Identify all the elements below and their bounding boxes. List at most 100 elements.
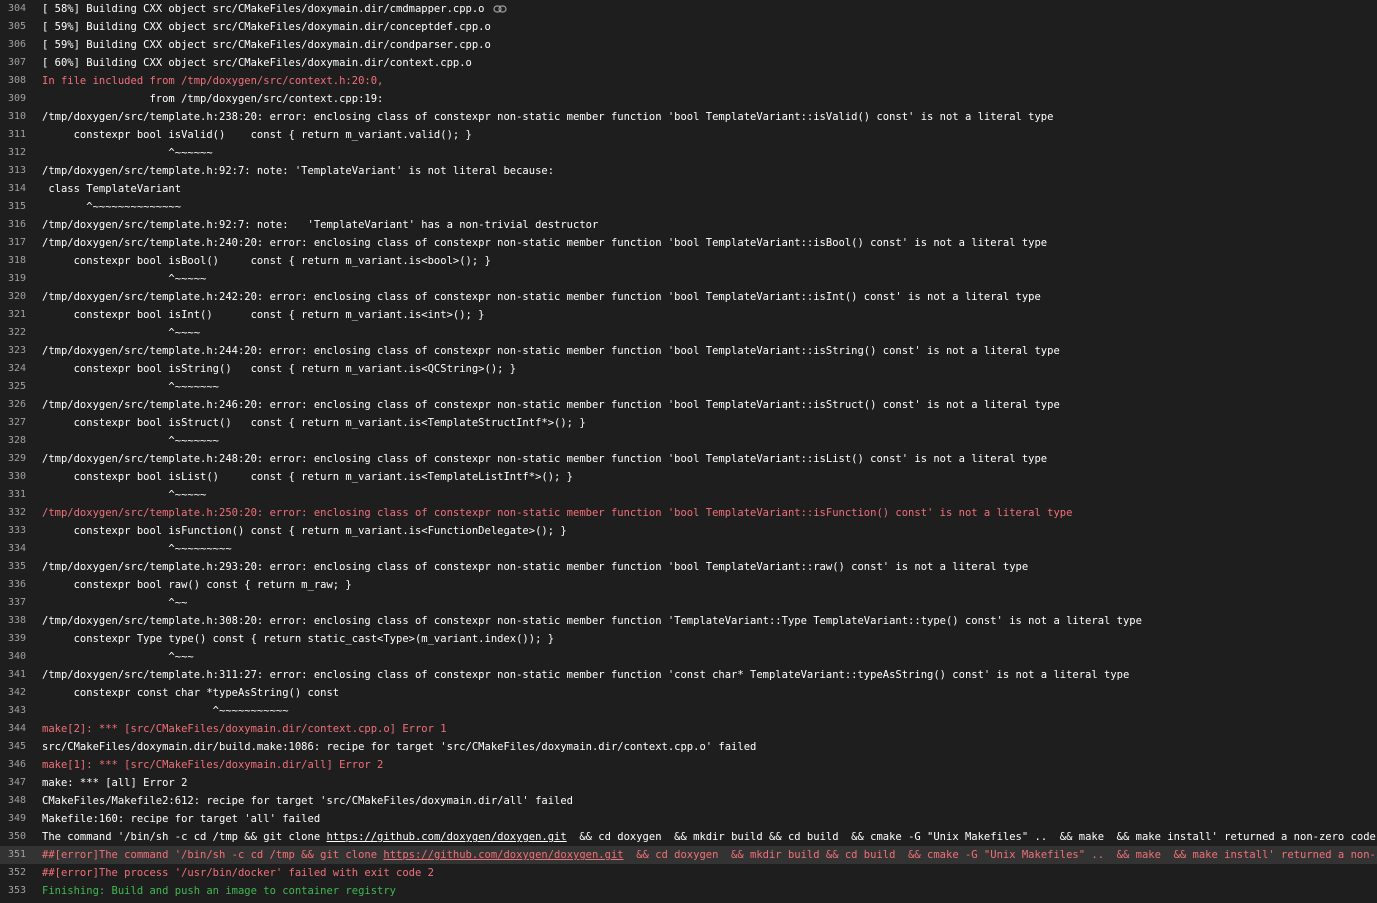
log-line[interactable]: 338/tmp/doxygen/src/template.h:308:20: e… [0, 612, 1377, 630]
line-number[interactable]: 336 [0, 576, 42, 594]
log-line[interactable]: 343 ^~~~~~~~~~~~ [0, 702, 1377, 720]
log-line[interactable]: 317/tmp/doxygen/src/template.h:240:20: e… [0, 234, 1377, 252]
log-line[interactable]: 347 make: *** [all] Error 2 [0, 774, 1377, 792]
line-number[interactable]: 313 [0, 162, 42, 180]
line-number[interactable]: 315 [0, 198, 42, 216]
line-number[interactable]: 346 [0, 756, 42, 774]
line-number[interactable]: 345 [0, 738, 42, 756]
log-line[interactable]: 335/tmp/doxygen/src/template.h:293:20: e… [0, 558, 1377, 576]
log-line[interactable]: 309 from /tmp/doxygen/src/context.cpp:19… [0, 90, 1377, 108]
line-number[interactable]: 350 [0, 828, 42, 846]
line-number[interactable]: 314 [0, 180, 42, 198]
line-number[interactable]: 331 [0, 486, 42, 504]
log-line[interactable]: 341/tmp/doxygen/src/template.h:311:27: e… [0, 666, 1377, 684]
line-number[interactable]: 316 [0, 216, 42, 234]
log-line[interactable]: 304[ 58%] Building CXX object src/CMakeF… [0, 0, 1377, 18]
log-line[interactable]: 327 constexpr bool isStruct() const { re… [0, 414, 1377, 432]
log-line[interactable]: 332/tmp/doxygen/src/template.h:250:20: e… [0, 504, 1377, 522]
line-number[interactable]: 349 [0, 810, 42, 828]
line-number[interactable]: 339 [0, 630, 42, 648]
log-line[interactable]: 346 make[1]: *** [src/CMakeFiles/doxymain… [0, 756, 1377, 774]
line-number[interactable]: 343 [0, 702, 42, 720]
line-number[interactable]: 304 [0, 0, 42, 18]
log-line[interactable]: 323/tmp/doxygen/src/template.h:244:20: e… [0, 342, 1377, 360]
log-line[interactable]: 329/tmp/doxygen/src/template.h:248:20: e… [0, 450, 1377, 468]
log-line[interactable]: 340 ^~~~ [0, 648, 1377, 666]
line-number[interactable]: 338 [0, 612, 42, 630]
line-number[interactable]: 328 [0, 432, 42, 450]
line-number[interactable]: 340 [0, 648, 42, 666]
log-line[interactable]: 324 constexpr bool isString() const { re… [0, 360, 1377, 378]
log-line[interactable]: 330 constexpr bool isList() const { retu… [0, 468, 1377, 486]
line-number[interactable]: 320 [0, 288, 42, 306]
log-line[interactable]: 345 src/CMakeFiles/doxymain.dir/build.mak… [0, 738, 1377, 756]
link-icon[interactable] [492, 4, 507, 14]
line-number[interactable]: 311 [0, 126, 42, 144]
line-number[interactable]: 353 [0, 882, 42, 900]
log-line[interactable]: 339 constexpr Type type() const { return… [0, 630, 1377, 648]
line-number[interactable]: 318 [0, 252, 42, 270]
line-number[interactable]: 319 [0, 270, 42, 288]
log-line[interactable]: 353 Finishing: Build and push an image to… [0, 882, 1377, 900]
log-line[interactable]: 334 ^~~~~~~~~~ [0, 540, 1377, 558]
log-line[interactable]: 342 constexpr const char *typeAsString()… [0, 684, 1377, 702]
log-line[interactable]: 322 ^~~~~ [0, 324, 1377, 342]
log-line[interactable]: 331 ^~~~~~ [0, 486, 1377, 504]
line-number[interactable]: 337 [0, 594, 42, 612]
log-line[interactable]: 352 ##[error]The process '/usr/bin/docker… [0, 864, 1377, 882]
log-line[interactable]: 315 ^~~~~~~~~~~~~~~ [0, 198, 1377, 216]
line-number[interactable]: 342 [0, 684, 42, 702]
line-number[interactable]: 333 [0, 522, 42, 540]
line-number[interactable]: 332 [0, 504, 42, 522]
log-line[interactable]: 313/tmp/doxygen/src/template.h:92:7: not… [0, 162, 1377, 180]
line-number[interactable]: 334 [0, 540, 42, 558]
line-number[interactable]: 322 [0, 324, 42, 342]
log-line[interactable]: 325 ^~~~~~~~ [0, 378, 1377, 396]
line-number[interactable]: 352 [0, 864, 42, 882]
line-number[interactable]: 347 [0, 774, 42, 792]
repo-link[interactable]: https://github.com/doxygen/doxygen.git [326, 831, 566, 843]
log-line[interactable]: 318 constexpr bool isBool() const { retu… [0, 252, 1377, 270]
log-line[interactable]: 310/tmp/doxygen/src/template.h:238:20: e… [0, 108, 1377, 126]
log-line[interactable]: 328 ^~~~~~~~ [0, 432, 1377, 450]
log-line[interactable]: 337 ^~~ [0, 594, 1377, 612]
line-number[interactable]: 321 [0, 306, 42, 324]
log-line[interactable]: 351 ##[error]The command '/bin/sh -c cd /… [0, 846, 1377, 864]
log-line[interactable]: 320/tmp/doxygen/src/template.h:242:20: e… [0, 288, 1377, 306]
line-number[interactable]: 307 [0, 54, 42, 72]
log-line[interactable]: 311 constexpr bool isValid() const { ret… [0, 126, 1377, 144]
log-line[interactable]: 307[ 60%] Building CXX object src/CMakeF… [0, 54, 1377, 72]
log-line[interactable]: 333 constexpr bool isFunction() const { … [0, 522, 1377, 540]
log-line[interactable]: 308 In file included from /tmp/doxygen/sr… [0, 72, 1377, 90]
log-line[interactable]: 348 CMakeFiles/Makefile2:612: recipe for … [0, 792, 1377, 810]
repo-link[interactable]: https://github.com/doxygen/doxygen.git [383, 849, 623, 861]
log-line[interactable]: 336 constexpr bool raw() const { return … [0, 576, 1377, 594]
line-number[interactable]: 325 [0, 378, 42, 396]
log-line[interactable]: 316/tmp/doxygen/src/template.h:92:7: not… [0, 216, 1377, 234]
line-number[interactable]: 309 [0, 90, 42, 108]
log-line[interactable]: 350 The command '/bin/sh -c cd /tmp && gi… [0, 828, 1377, 846]
log-line[interactable]: 314 class TemplateVariant [0, 180, 1377, 198]
line-number[interactable]: 330 [0, 468, 42, 486]
line-number[interactable]: 324 [0, 360, 42, 378]
log-line[interactable]: 306[ 59%] Building CXX object src/CMakeF… [0, 36, 1377, 54]
log-line[interactable]: 349 Makefile:160: recipe for target 'all'… [0, 810, 1377, 828]
log-line[interactable]: 321 constexpr bool isInt() const { retur… [0, 306, 1377, 324]
line-number[interactable]: 306 [0, 36, 42, 54]
line-number[interactable]: 335 [0, 558, 42, 576]
line-number[interactable]: 305 [0, 18, 42, 36]
log-line[interactable]: 344 make[2]: *** [src/CMakeFiles/doxymain… [0, 720, 1377, 738]
line-number[interactable]: 312 [0, 144, 42, 162]
line-number[interactable]: 329 [0, 450, 42, 468]
line-number[interactable]: 326 [0, 396, 42, 414]
line-number[interactable]: 323 [0, 342, 42, 360]
line-number[interactable]: 327 [0, 414, 42, 432]
line-number[interactable]: 344 [0, 720, 42, 738]
line-number[interactable]: 310 [0, 108, 42, 126]
log-line[interactable]: 326/tmp/doxygen/src/template.h:246:20: e… [0, 396, 1377, 414]
line-number[interactable]: 351 [0, 846, 42, 864]
log-line[interactable]: 319 ^~~~~~ [0, 270, 1377, 288]
log-line[interactable]: 305[ 59%] Building CXX object src/CMakeF… [0, 18, 1377, 36]
line-number[interactable]: 317 [0, 234, 42, 252]
line-number[interactable]: 341 [0, 666, 42, 684]
